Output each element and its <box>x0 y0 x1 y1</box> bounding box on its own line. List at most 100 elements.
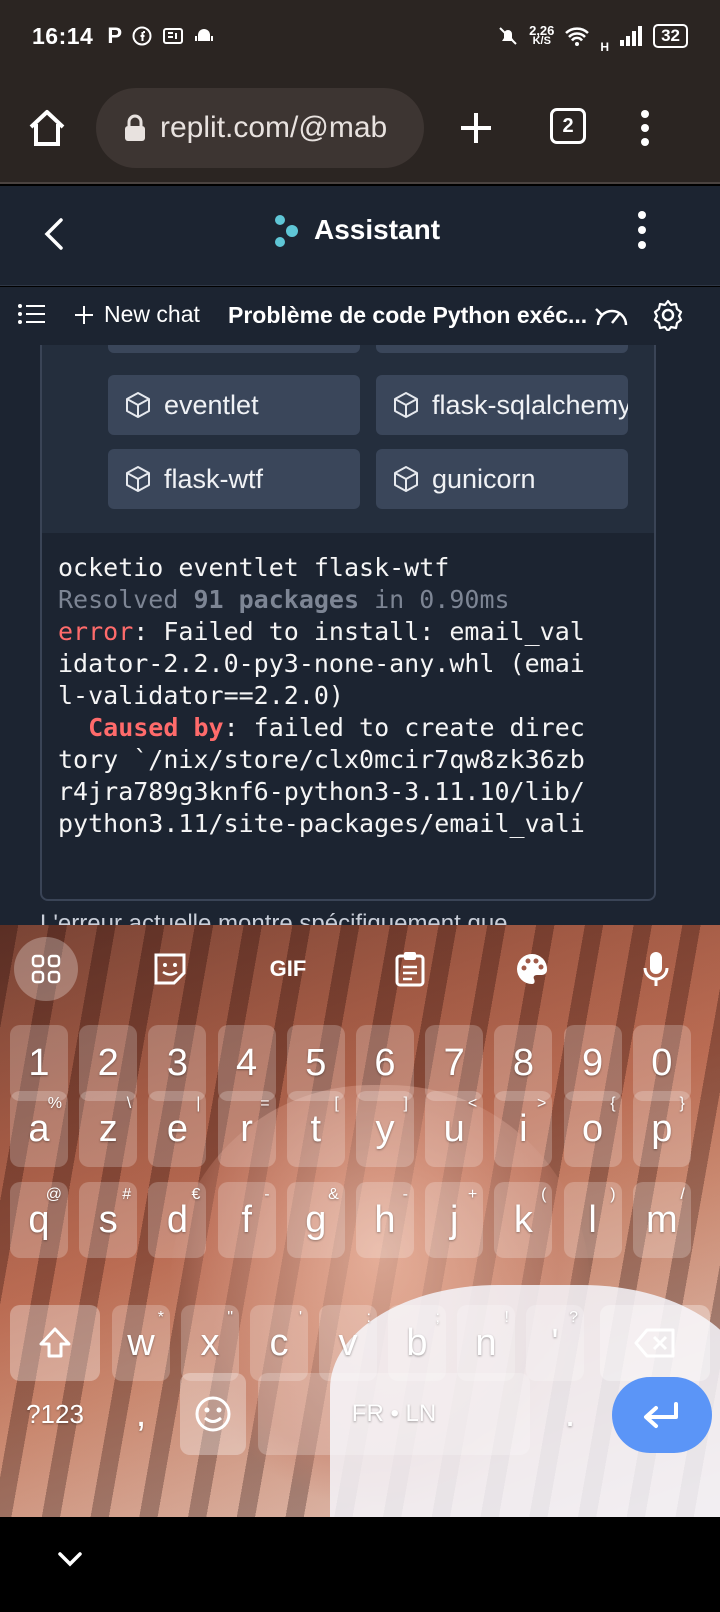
lock-icon <box>125 114 145 141</box>
key-9[interactable]: 9 <box>563 1025 622 1101</box>
assistant-menu-icon[interactable] <box>636 210 648 250</box>
new-tab-icon[interactable] <box>458 110 494 146</box>
keyboard-toolbar: GIF <box>0 925 720 1011</box>
key-v[interactable]: v: <box>319 1305 377 1381</box>
key-b[interactable]: b; <box>388 1305 446 1381</box>
key-0[interactable]: 0 <box>632 1025 691 1101</box>
gif-button[interactable]: GIF <box>256 937 320 1001</box>
key-p[interactable]: p} <box>632 1091 691 1167</box>
network-speed-unit: K/S <box>532 35 551 47</box>
key-s[interactable]: s # <box>79 1182 138 1258</box>
key-h[interactable]: h- <box>356 1182 414 1258</box>
key-label: g <box>305 1198 327 1241</box>
key-e[interactable]: e | <box>148 1091 207 1167</box>
url-bar[interactable]: replit.com/@mab <box>96 88 424 168</box>
hide-keyboard-chevron-icon[interactable] <box>56 1549 84 1569</box>
key-label: l <box>588 1198 597 1241</box>
resolved-prefix: Resolved <box>58 585 194 614</box>
speedometer-icon[interactable] <box>594 301 630 331</box>
news-app-icon <box>163 28 184 44</box>
key-label: 1 <box>28 1041 50 1084</box>
notification-icons: P <box>107 23 214 49</box>
package-name: flask-wtf <box>164 463 264 494</box>
key-secondary-label: - <box>402 1186 408 1203</box>
comma-key[interactable]: , <box>112 1373 170 1455</box>
key-4[interactable]: 4 <box>217 1025 276 1101</box>
error-label: error <box>58 617 134 646</box>
key-a[interactable]: a% <box>10 1091 68 1167</box>
status-bar: 16:14 P 2,26 K/S H 32 <box>0 0 720 72</box>
chat-list-icon[interactable] <box>18 303 46 325</box>
key-8[interactable]: 8 <box>494 1025 553 1101</box>
key-m[interactable]: m / <box>632 1182 691 1258</box>
key-r[interactable]: r = <box>217 1091 276 1167</box>
backspace-icon <box>634 1328 675 1358</box>
backspace-key[interactable] <box>600 1305 710 1381</box>
assistant-message-text: L'erreur actuelle montre spécifiquement … <box>40 910 508 925</box>
back-arrow-icon[interactable] <box>42 216 66 252</box>
browser-menu-icon[interactable] <box>638 108 652 148</box>
emoji-key[interactable] <box>180 1373 246 1455</box>
new-chat-button[interactable]: New chat <box>74 301 200 328</box>
period-key[interactable]: . <box>540 1373 600 1455</box>
apps-grid-icon[interactable] <box>14 937 78 1001</box>
key-label: a <box>28 1107 50 1150</box>
url-text: replit.com/@mab <box>160 111 388 144</box>
key-3[interactable]: 3 <box>148 1025 207 1101</box>
key-f[interactable]: f- <box>217 1182 276 1258</box>
sticker-icon[interactable] <box>138 937 202 1001</box>
key-l[interactable]: l) <box>563 1182 622 1258</box>
settings-gear-icon[interactable] <box>652 299 684 331</box>
chat-title[interactable]: Problème de code Python exéc... <box>228 302 587 329</box>
key-c[interactable]: c ' <box>250 1305 308 1381</box>
key-w[interactable]: w * <box>112 1305 170 1381</box>
caused-message: tory `/nix/store/clx0mcir7qw8zk36zb <box>58 745 585 774</box>
key-7[interactable]: 7 <box>425 1025 484 1101</box>
shift-key[interactable] <box>10 1305 100 1381</box>
package-box-icon <box>394 392 418 418</box>
key-label: r <box>240 1107 253 1150</box>
tab-switcher-button[interactable]: 2 <box>550 108 586 144</box>
key-t[interactable]: t[ <box>286 1091 345 1167</box>
key-k[interactable]: k( <box>494 1182 553 1258</box>
key-5[interactable]: 5 <box>286 1025 345 1101</box>
key-6[interactable]: 6 <box>356 1025 414 1101</box>
key-u[interactable]: u < <box>425 1091 484 1167</box>
microphone-icon[interactable] <box>624 937 688 1001</box>
key-secondary-label: = <box>260 1095 270 1112</box>
parking-app-icon: P <box>107 23 123 48</box>
space-key[interactable]: FR • LN <box>258 1373 530 1455</box>
key-d[interactable]: d € <box>148 1182 207 1258</box>
key-secondary-label: + <box>467 1186 478 1203</box>
key-y[interactable]: y] <box>356 1091 414 1167</box>
key-o[interactable]: o{ <box>563 1091 622 1167</box>
terminal-line: ocketio eventlet flask-wtf <box>58 553 450 582</box>
key-2[interactable]: 2 <box>79 1025 138 1101</box>
enter-key[interactable] <box>612 1377 712 1453</box>
package-box-icon <box>126 466 150 492</box>
clipboard-icon[interactable] <box>378 937 442 1001</box>
key-1[interactable]: 1 <box>10 1025 68 1101</box>
key-apostrophe[interactable]: '? <box>526 1305 584 1381</box>
key-j[interactable]: j + <box>425 1182 484 1258</box>
key-g[interactable]: g & <box>286 1182 345 1258</box>
key-i[interactable]: i > <box>494 1091 553 1167</box>
terminal-output: ocketio eventlet flask-wtf Resolved 91 p… <box>58 552 585 840</box>
key-secondary-label: [ <box>334 1095 339 1112</box>
key-n[interactable]: n! <box>457 1305 515 1381</box>
key-z[interactable]: z \ <box>79 1091 138 1167</box>
theme-palette-icon[interactable] <box>500 937 564 1001</box>
status-time: 16:14 <box>32 22 94 49</box>
key-label: ' <box>551 1321 559 1364</box>
key-x[interactable]: x " <box>181 1305 239 1381</box>
symbols-key[interactable]: ?123 <box>10 1373 100 1455</box>
key-label: t <box>310 1107 322 1150</box>
resolved-suffix: in 0.90ms <box>359 585 510 614</box>
comma-key-label: , <box>135 1392 147 1435</box>
key-q[interactable]: q @ <box>10 1182 68 1258</box>
plus-icon <box>75 305 93 324</box>
home-icon[interactable] <box>26 108 68 148</box>
package-name: gunicorn <box>432 463 536 494</box>
cell-signal-icon <box>620 26 643 46</box>
key-label: 5 <box>305 1041 327 1084</box>
